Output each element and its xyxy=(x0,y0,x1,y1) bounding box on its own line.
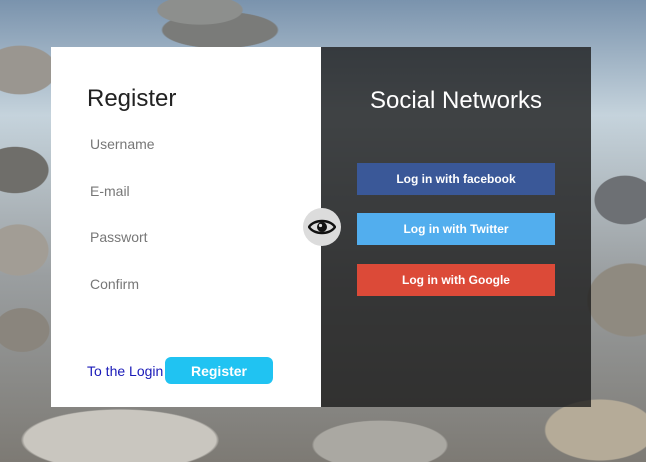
panel-toggle-button[interactable] xyxy=(303,208,341,246)
facebook-login-button[interactable]: Log in with facebook xyxy=(357,163,555,195)
register-button[interactable]: Register xyxy=(165,357,273,384)
register-panel: Register To the Login Register xyxy=(51,47,321,407)
password-input[interactable] xyxy=(87,225,293,249)
google-login-button[interactable]: Log in with Google xyxy=(357,264,555,296)
social-panel: Social Networks Log in with facebook Log… xyxy=(321,47,591,407)
eye-icon xyxy=(308,219,336,235)
register-title: Register xyxy=(87,85,177,112)
username-input[interactable] xyxy=(87,132,293,156)
confirm-password-input[interactable] xyxy=(87,272,293,296)
email-input[interactable] xyxy=(87,179,293,203)
to-login-link[interactable]: To the Login xyxy=(87,363,163,379)
twitter-login-button[interactable]: Log in with Twitter xyxy=(357,213,555,245)
social-title: Social Networks xyxy=(369,87,543,114)
